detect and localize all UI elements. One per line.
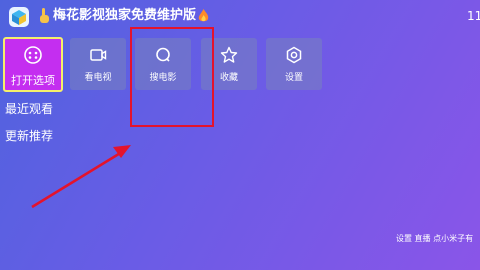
tv-icon [90,49,107,61]
pointing-hand-icon [40,8,49,23]
fire-emoji-icon [198,9,209,22]
top-bar: 梅花影视独家免费维护版 11 [0,0,480,34]
app-title: 梅花影视独家免费维护版 [53,8,197,23]
footer-hint: 设置 直播 点小米子有 [396,234,474,243]
menu-tile-watch-tv[interactable]: 看电视 [70,38,126,90]
menu-tile-settings[interactable]: 设置 [266,38,322,90]
menu-tile-label: 设置 [284,73,303,83]
app-logo [9,7,29,27]
highlight-box [130,27,214,127]
menu-tile-label: 打开选项 [11,74,55,87]
star-icon [220,46,238,63]
settings-icon [286,46,302,64]
menu-dots-icon [24,46,42,64]
menu-tile-label: 看电视 [84,73,112,83]
menu-tile-label: 收藏 [219,73,238,83]
menu-tile-open-options[interactable]: 打开选项 [3,37,63,92]
recent-watch-heading: 最近观看 [5,102,54,116]
clock: 11 [467,9,480,23]
update-recommend-heading: 更新推荐 [5,129,54,143]
